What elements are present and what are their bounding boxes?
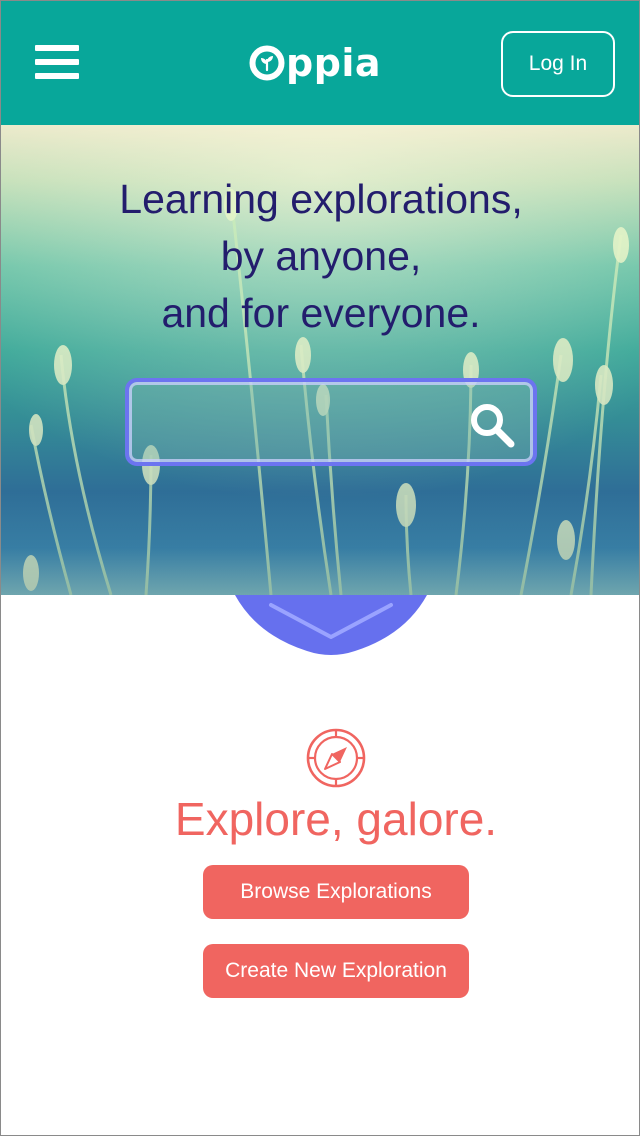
menu-line <box>35 45 79 51</box>
app-frame: ppia Log In Learning explorations, by an… <box>0 0 640 1136</box>
headline-line: by anyone, <box>220 233 422 279</box>
browse-explorations-button[interactable]: Browse Explorations <box>203 865 469 919</box>
menu-line <box>35 59 79 65</box>
search-box <box>125 378 537 466</box>
headline-line: Learning explorations, <box>119 176 523 222</box>
compass-icon <box>305 727 367 789</box>
headline-line: and for everyone. <box>161 290 481 336</box>
login-button[interactable]: Log In <box>501 31 615 97</box>
oppia-logo[interactable]: ppia <box>249 39 381 99</box>
hero-banner: Learning explorations, by anyone, and fo… <box>1 125 639 595</box>
menu-line <box>35 73 79 79</box>
search-input[interactable] <box>139 388 453 458</box>
scroll-down-tab[interactable] <box>235 595 427 657</box>
explore-heading: Explore, galore. <box>174 793 498 845</box>
search-icon[interactable] <box>467 400 517 450</box>
hamburger-menu-icon[interactable] <box>35 45 81 81</box>
top-nav-bar: ppia Log In <box>1 1 639 125</box>
hero-headline: Learning explorations, by anyone, and fo… <box>1 171 639 342</box>
create-exploration-button[interactable]: Create New Exploration <box>203 944 469 998</box>
logo-text: ppia <box>286 41 382 85</box>
sprout-o-logo-icon <box>249 45 285 81</box>
